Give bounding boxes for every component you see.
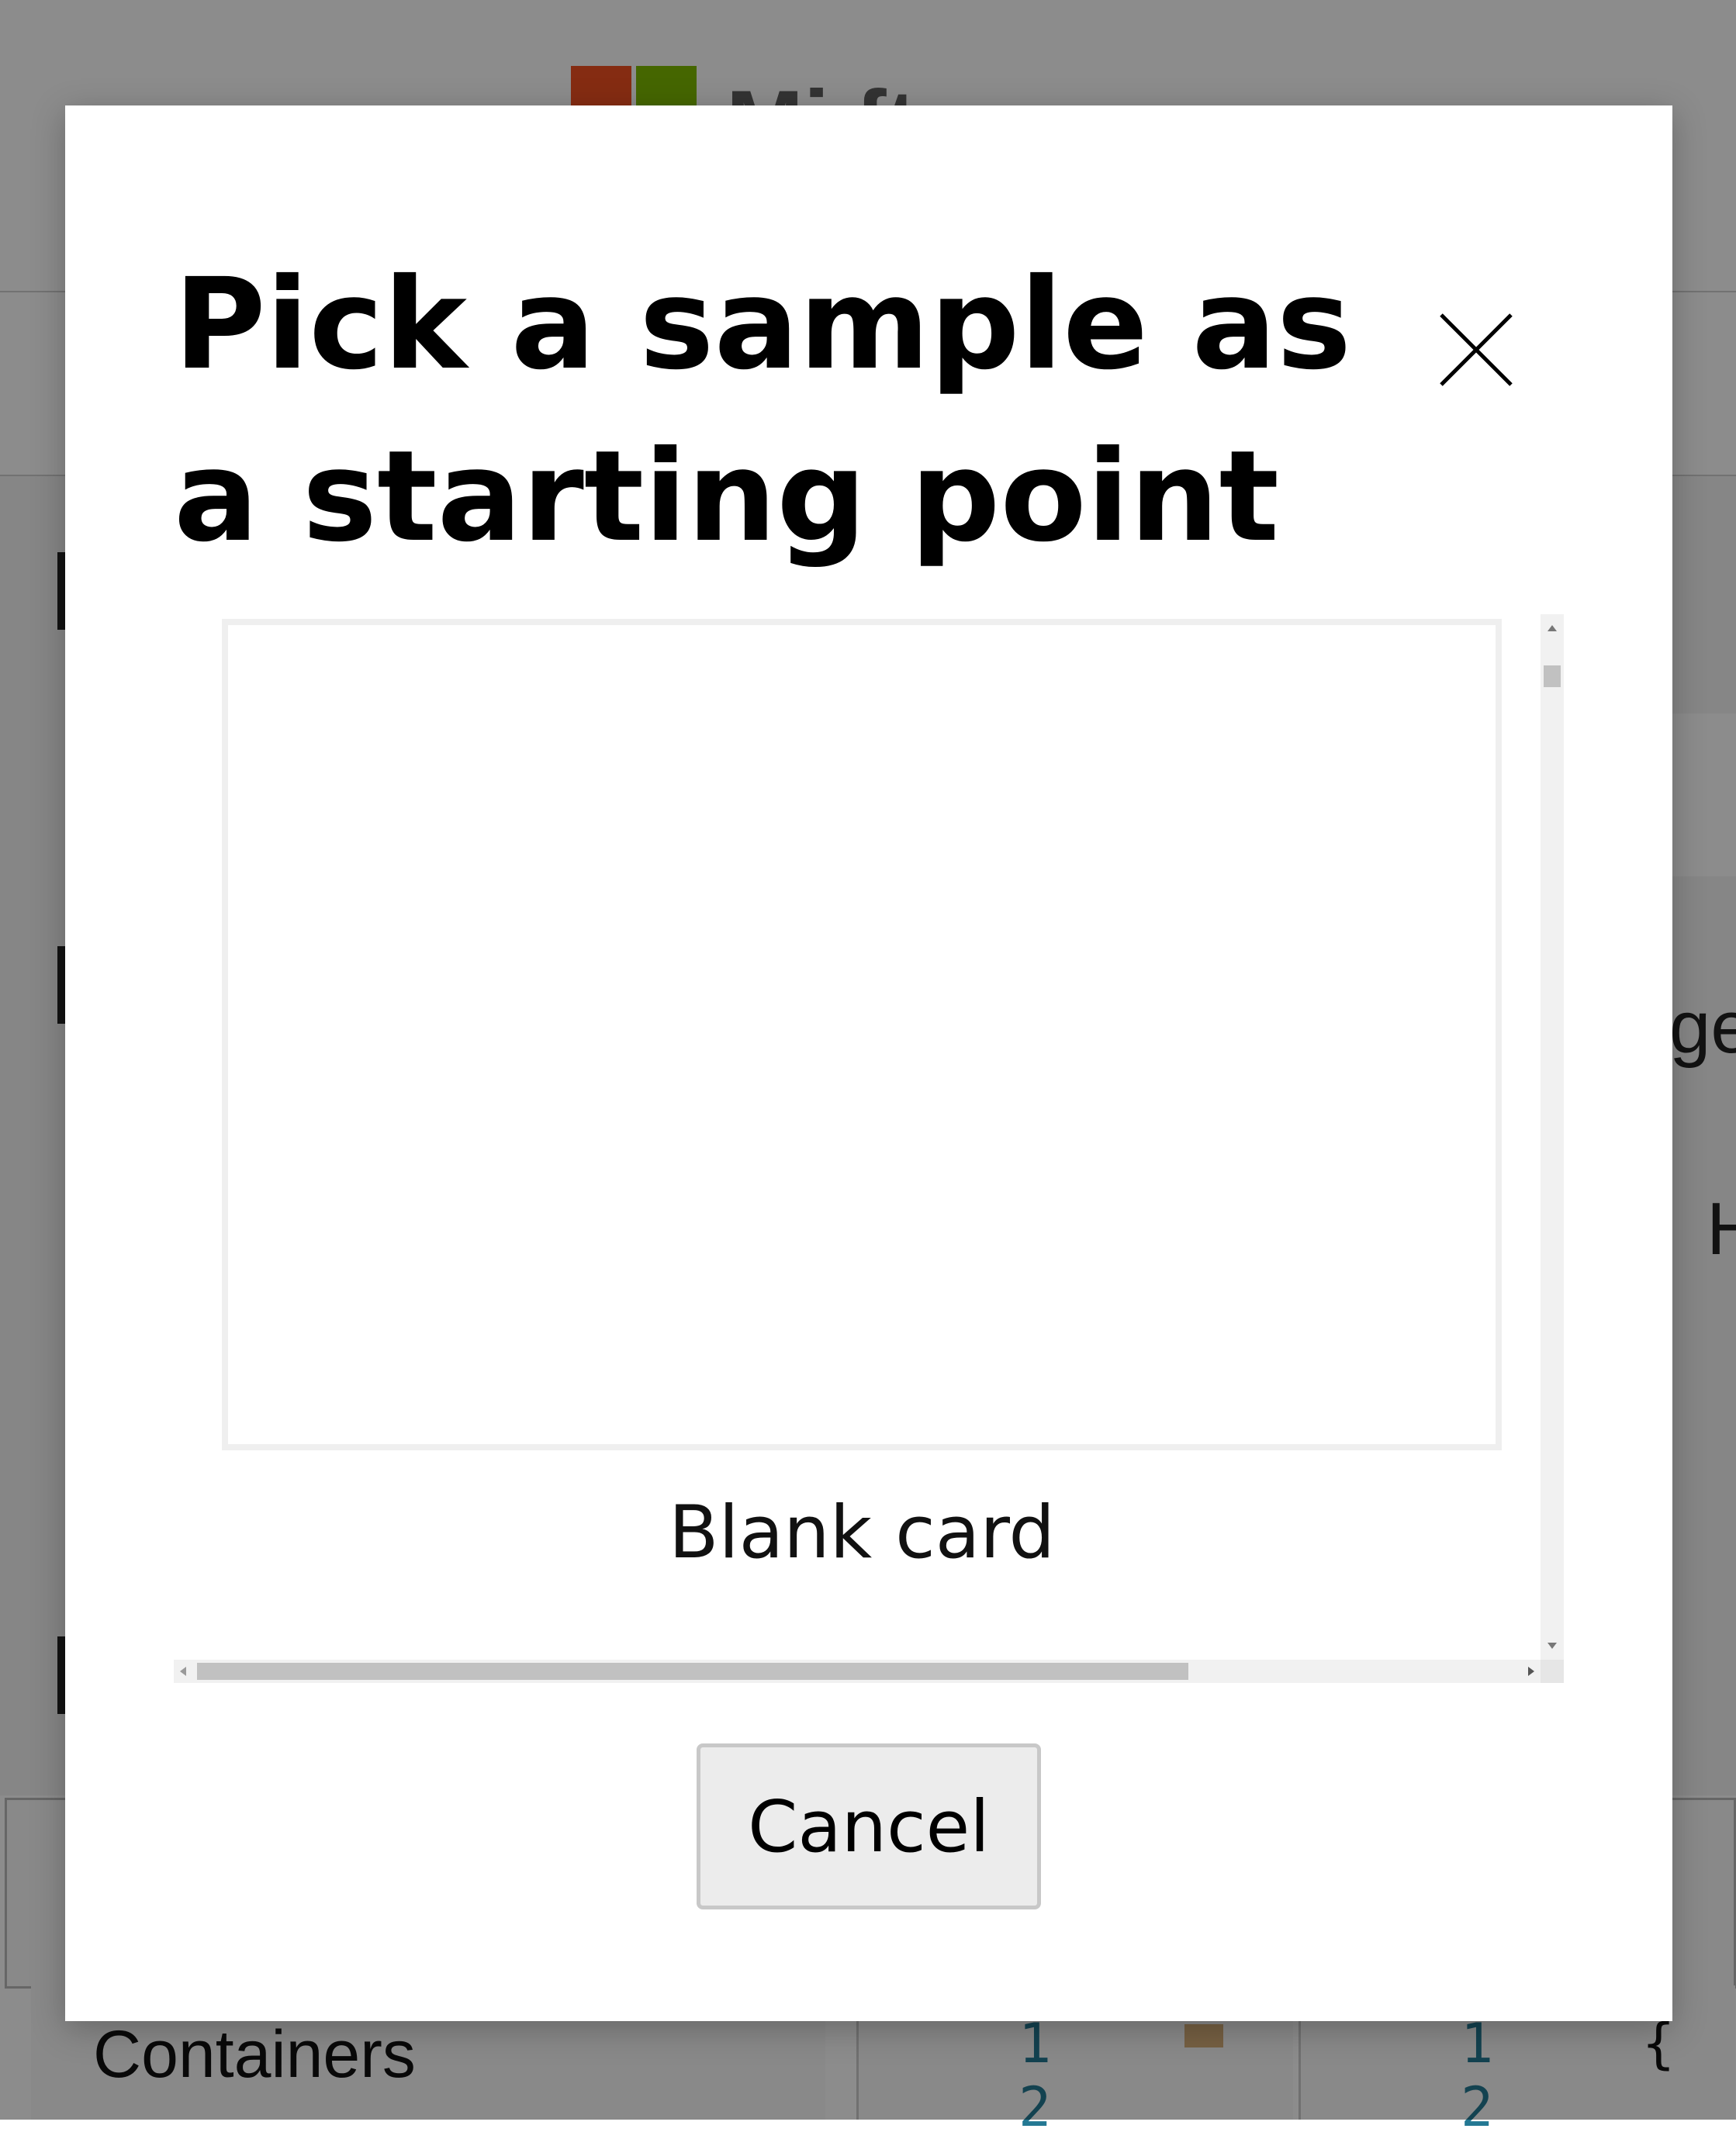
scroll-down-icon[interactable]: [1548, 1643, 1557, 1649]
horizontal-scrollbar[interactable]: [174, 1660, 1541, 1683]
scroll-right-icon[interactable]: [1528, 1667, 1534, 1676]
vertical-scrollbar[interactable]: [1541, 614, 1564, 1660]
horizontal-scroll-thumb[interactable]: [197, 1663, 1188, 1680]
cancel-button[interactable]: Cancel: [697, 1743, 1041, 1909]
scroll-up-icon[interactable]: [1548, 625, 1557, 631]
vertical-scroll-thumb[interactable]: [1544, 665, 1561, 687]
sample-card-blank[interactable]: [222, 619, 1502, 1450]
sample-picker-dialog: Pick a sample as a starting point Blank …: [65, 105, 1672, 2021]
close-icon: [1440, 313, 1513, 386]
close-button[interactable]: [1437, 310, 1516, 389]
samples-list[interactable]: Blank card: [174, 614, 1565, 1688]
scroll-left-icon[interactable]: [180, 1667, 186, 1676]
scrollbar-corner: [1541, 1660, 1564, 1683]
sample-card-label: Blank card: [668, 1491, 1056, 1575]
dialog-title: Pick a sample as a starting point: [174, 252, 1352, 570]
